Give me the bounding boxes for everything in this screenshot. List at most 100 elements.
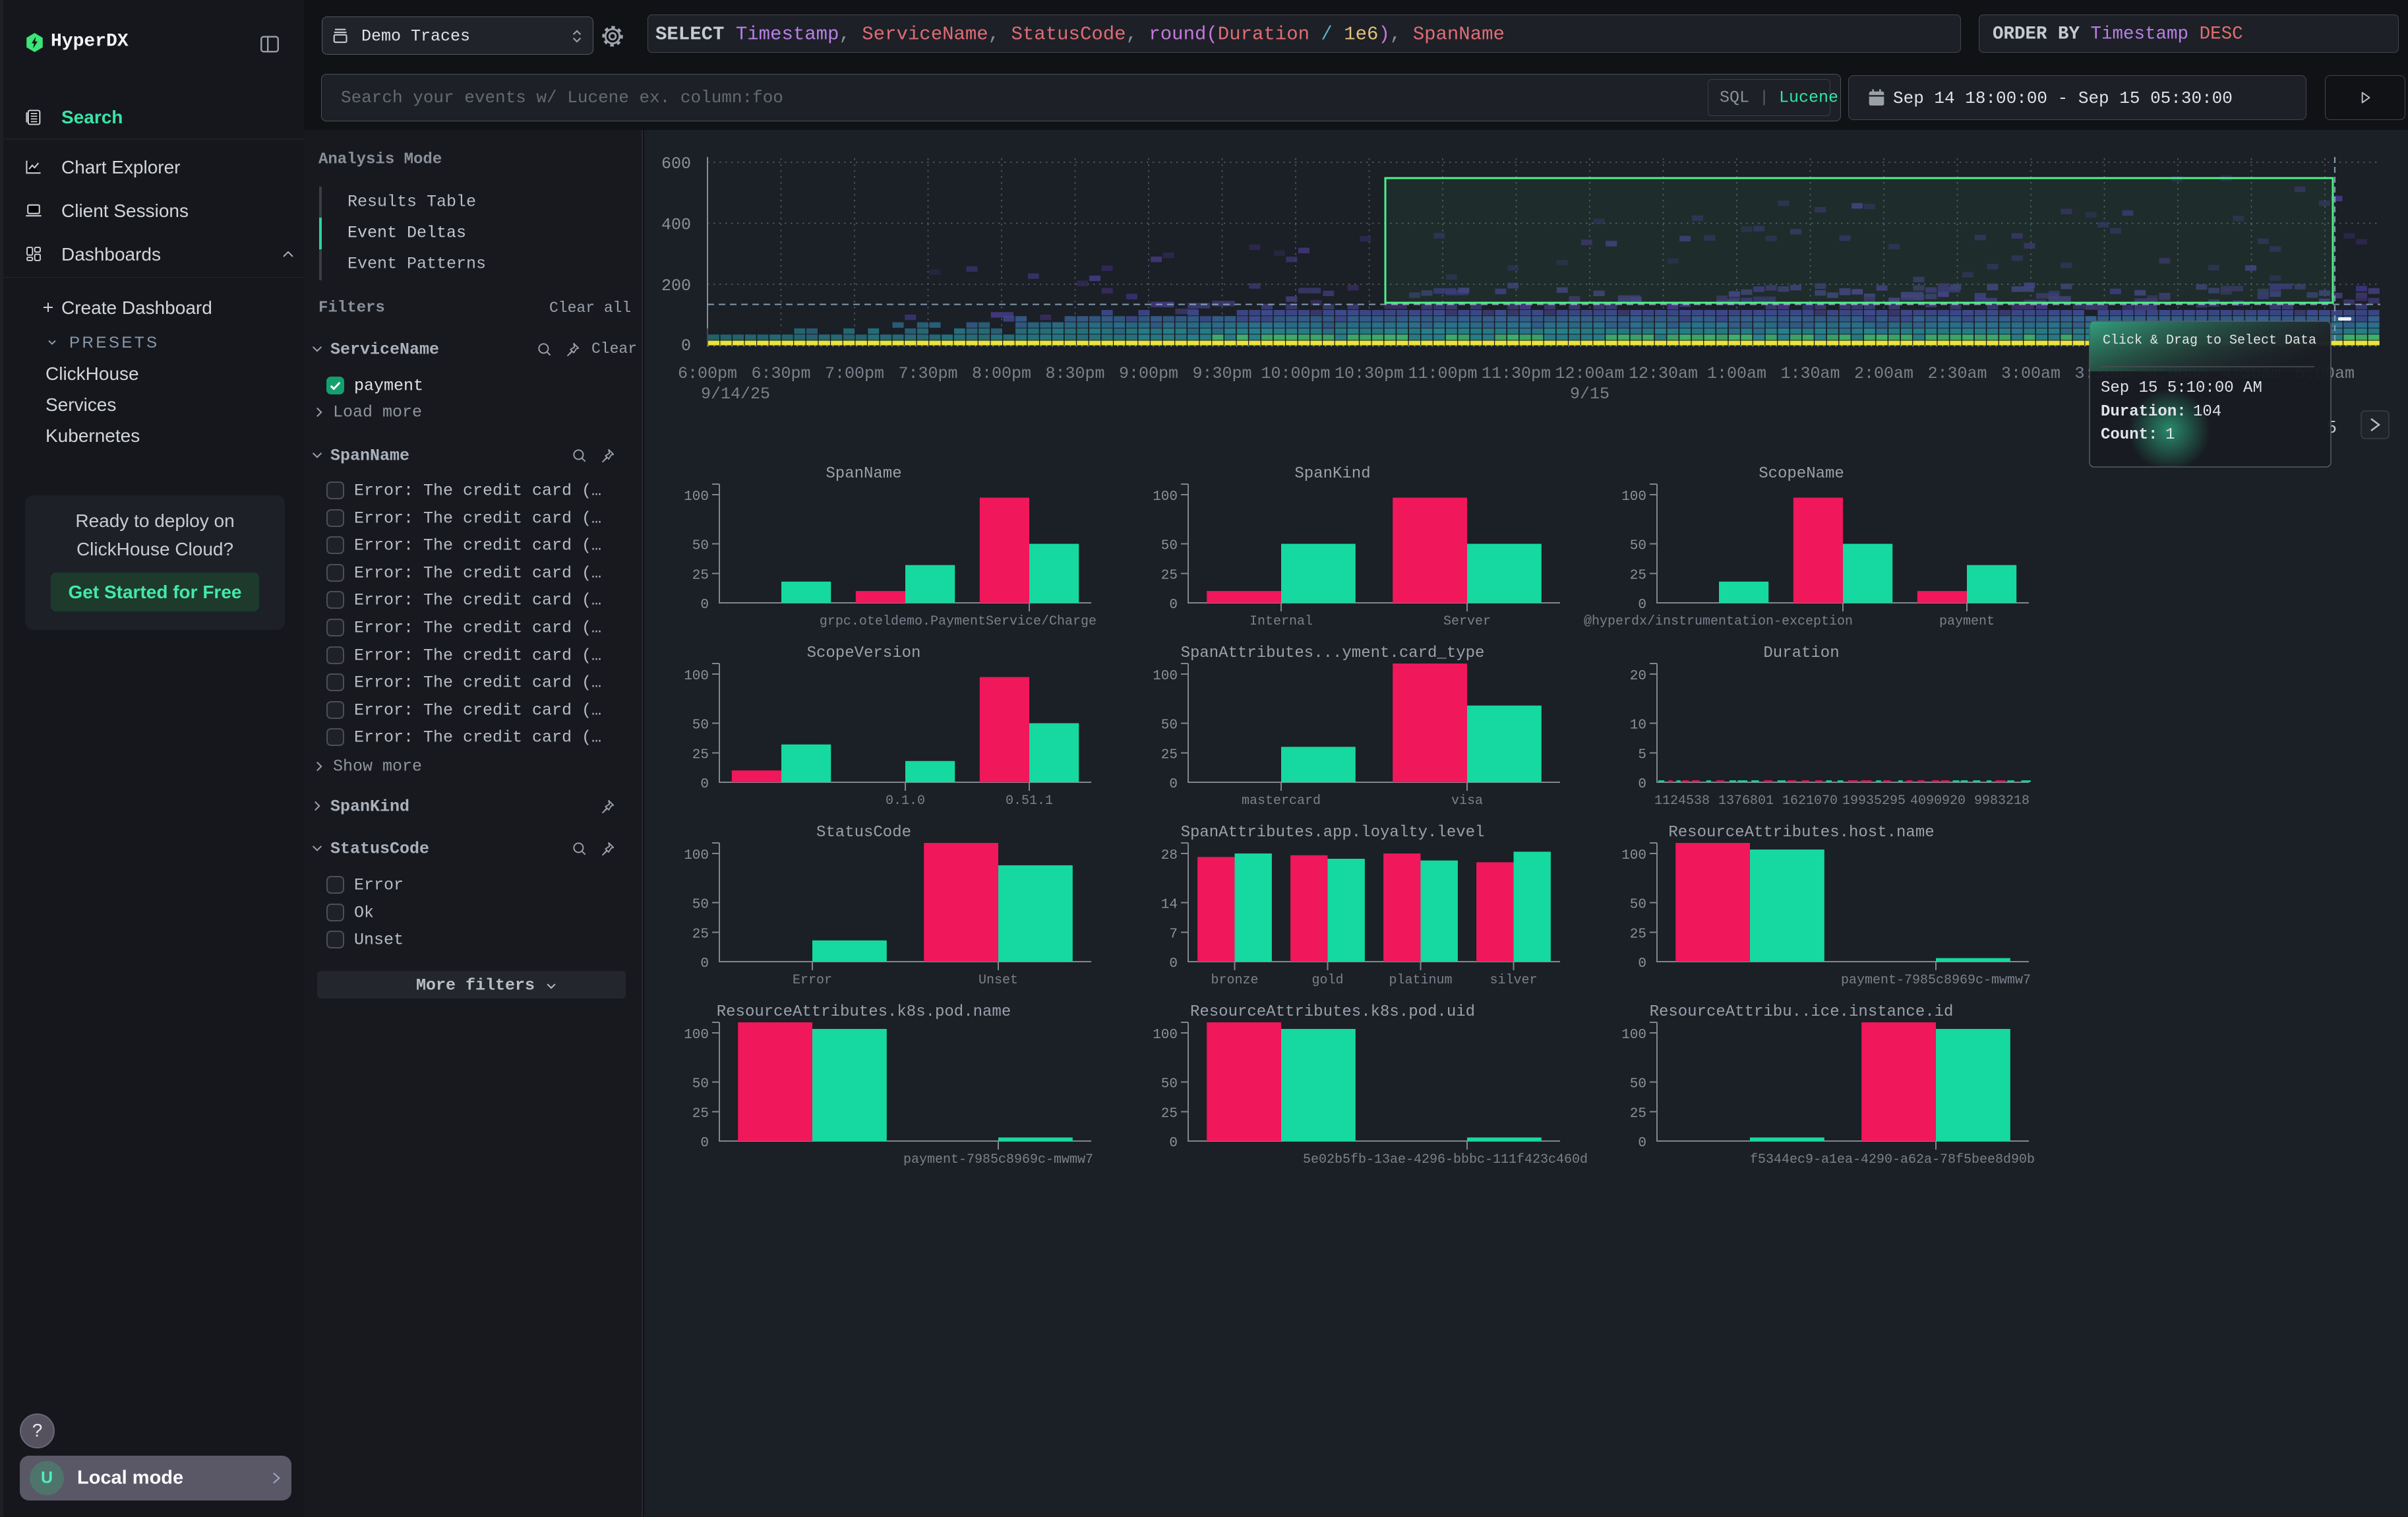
svg-text:9:00pm: 9:00pm	[1119, 364, 1178, 383]
svg-text:grpc.oteldemo.PaymentService/C: grpc.oteldemo.PaymentService/Charge	[820, 614, 1097, 629]
svg-text:1376801: 1376801	[1718, 793, 1774, 809]
svg-text:0: 0	[1169, 956, 1178, 972]
svg-text:10:30pm: 10:30pm	[1335, 364, 1404, 383]
svg-text:SpanKind: SpanKind	[1294, 465, 1370, 483]
svg-text:0: 0	[700, 598, 709, 613]
svg-text:0: 0	[1638, 777, 1646, 792]
svg-text:2:00am: 2:00am	[1854, 364, 1913, 383]
svg-text:payment-7985c8969c-mwmw7: payment-7985c8969c-mwmw7	[903, 1152, 1093, 1167]
svg-text:100: 100	[684, 848, 709, 863]
svg-text:50: 50	[692, 718, 709, 733]
svg-text:25: 25	[1630, 1107, 1646, 1122]
svg-text:payment-7985c8969c-mwmw7: payment-7985c8969c-mwmw7	[1841, 973, 2031, 988]
svg-text:StatusCode: StatusCode	[816, 824, 911, 842]
svg-text:14: 14	[1161, 898, 1178, 913]
svg-text:7: 7	[1169, 927, 1178, 943]
svg-text:100: 100	[684, 1028, 709, 1043]
svg-text:25: 25	[692, 569, 709, 584]
svg-text:f5344ec9-a1ea-4290-a62a-78f5be: f5344ec9-a1ea-4290-a62a-78f5bee8d90b	[1750, 1152, 2035, 1167]
svg-text:2:30am: 2:30am	[1927, 364, 1987, 383]
svg-text:Server: Server	[1443, 614, 1491, 629]
svg-text:6:30pm: 6:30pm	[751, 364, 810, 383]
svg-text:9983218: 9983218	[1974, 793, 2030, 809]
svg-text:100: 100	[1153, 669, 1178, 684]
svg-text:100: 100	[1153, 1028, 1178, 1043]
svg-text:0: 0	[1638, 598, 1646, 613]
svg-text:Error: Error	[793, 973, 832, 988]
svg-text:100: 100	[1153, 489, 1178, 505]
svg-text:silver: silver	[1490, 973, 1537, 988]
svg-text:25: 25	[692, 1107, 709, 1122]
svg-text:0.1.0: 0.1.0	[886, 793, 925, 809]
svg-text:bronze: bronze	[1211, 973, 1258, 988]
svg-text:5: 5	[1638, 748, 1646, 763]
svg-text:payment: payment	[1939, 614, 1995, 629]
svg-text:0: 0	[700, 777, 709, 792]
svg-text:50: 50	[692, 898, 709, 913]
svg-text:ScopeName: ScopeName	[1759, 465, 1844, 483]
svg-text:ResourceAttributes.host.name: ResourceAttributes.host.name	[1668, 824, 1934, 842]
svg-text:0: 0	[1638, 1136, 1646, 1151]
svg-text:11:30pm: 11:30pm	[1482, 364, 1551, 383]
svg-text:12:00am: 12:00am	[1555, 364, 1624, 383]
svg-text:platinum: platinum	[1389, 973, 1452, 988]
svg-text:ScopeVersion: ScopeVersion	[807, 644, 921, 662]
svg-text:25: 25	[1161, 748, 1178, 763]
svg-text:50: 50	[692, 539, 709, 554]
svg-text:0: 0	[700, 956, 709, 972]
svg-text:1: 1	[2165, 426, 2175, 444]
svg-text:25: 25	[1161, 569, 1178, 584]
svg-text:100: 100	[1621, 1028, 1646, 1043]
svg-text:Count:: Count:	[2101, 426, 2157, 444]
svg-text:Sep 15 5:10:00 AM: Sep 15 5:10:00 AM	[2101, 379, 2262, 397]
svg-text:gold: gold	[1311, 973, 1343, 988]
svg-text:0: 0	[1169, 1136, 1178, 1151]
svg-text:ResourceAttribu..ice.instance.: ResourceAttribu..ice.instance.id	[1650, 1003, 1954, 1021]
svg-text:9:30pm: 9:30pm	[1192, 364, 1251, 383]
svg-text:400: 400	[661, 216, 691, 235]
svg-text:100: 100	[1621, 489, 1646, 505]
svg-text:12:30am: 12:30am	[1629, 364, 1698, 383]
svg-text:20: 20	[1630, 669, 1646, 684]
svg-text:100: 100	[684, 489, 709, 505]
svg-text:0: 0	[681, 336, 691, 356]
svg-text:Duration:: Duration:	[2101, 403, 2186, 421]
svg-text:0.51.1: 0.51.1	[1006, 793, 1053, 809]
svg-text:10:00pm: 10:00pm	[1261, 364, 1330, 383]
svg-text:1621070: 1621070	[1782, 793, 1838, 809]
svg-text:Internal: Internal	[1249, 614, 1313, 629]
svg-text:19935295: 19935295	[1842, 793, 1906, 809]
svg-text:104: 104	[2193, 403, 2221, 421]
svg-text:ResourceAttributes.k8s.pod.uid: ResourceAttributes.k8s.pod.uid	[1190, 1003, 1475, 1021]
svg-text:1:30am: 1:30am	[1780, 364, 1840, 383]
svg-text:Unset: Unset	[978, 973, 1018, 988]
svg-text:@hyperdx/instrumentation-excep: @hyperdx/instrumentation-exception	[1584, 614, 1853, 629]
svg-text:mastercard: mastercard	[1242, 793, 1321, 809]
svg-text:0: 0	[700, 1136, 709, 1151]
svg-text:0: 0	[1169, 777, 1178, 792]
svg-text:50: 50	[1161, 718, 1178, 733]
svg-text:10: 10	[1630, 718, 1646, 733]
svg-text:25: 25	[692, 927, 709, 943]
svg-text:9/15: 9/15	[1570, 385, 1610, 404]
svg-text:50: 50	[1161, 539, 1178, 554]
svg-text:7:30pm: 7:30pm	[898, 364, 957, 383]
svg-text:50: 50	[1630, 539, 1646, 554]
svg-text:100: 100	[684, 669, 709, 684]
svg-text:600: 600	[661, 154, 691, 173]
svg-text:50: 50	[1630, 898, 1646, 913]
svg-text:visa: visa	[1451, 793, 1483, 809]
svg-text:1124538: 1124538	[1654, 793, 1710, 809]
svg-text:5e02b5fb-13ae-4296-bbbc-111f42: 5e02b5fb-13ae-4296-bbbc-111f423c460d	[1303, 1152, 1588, 1167]
svg-text:0: 0	[1169, 598, 1178, 613]
svg-text:7:00pm: 7:00pm	[825, 364, 884, 383]
svg-text:28: 28	[1161, 848, 1178, 863]
svg-text:200: 200	[661, 276, 691, 295]
svg-text:0: 0	[1638, 956, 1646, 972]
svg-text:9/14/25: 9/14/25	[701, 385, 770, 404]
svg-text:SpanAttributes.app.loyalty.lev: SpanAttributes.app.loyalty.level	[1181, 824, 1485, 842]
svg-text:6:00pm: 6:00pm	[678, 364, 737, 383]
svg-text:8:30pm: 8:30pm	[1045, 364, 1104, 383]
svg-text:8:00pm: 8:00pm	[972, 364, 1031, 383]
svg-text:25: 25	[1161, 1107, 1178, 1122]
